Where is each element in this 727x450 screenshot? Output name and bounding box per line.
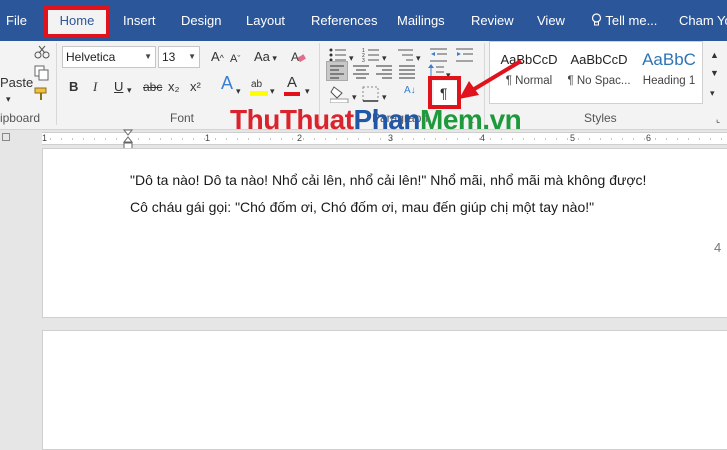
borders-icon[interactable] — [362, 86, 380, 102]
tab-design[interactable]: Design — [181, 8, 221, 34]
font-size-select[interactable]: 13 ▼ — [158, 46, 200, 68]
shading-dropdown-icon[interactable]: ▾ — [352, 89, 357, 105]
red-arrow-annotation — [459, 59, 523, 99]
font-group-label: Font — [170, 111, 195, 125]
chevron-up-icon[interactable]: ▲ — [710, 47, 719, 63]
styles-group-label: Styles — [584, 111, 617, 125]
text-effects-dropdown-icon[interactable]: ▾ — [236, 83, 241, 99]
align-left-icon — [330, 65, 344, 79]
style-name: Heading 1 — [642, 75, 696, 87]
ruler-ticks — [50, 138, 722, 140]
strikethrough-button[interactable]: abc — [143, 79, 162, 95]
page-number: 4 — [714, 240, 722, 255]
font-family-select[interactable]: Helvetica ▼ — [62, 46, 156, 68]
highlight-dropdown-icon[interactable]: ▾ — [270, 83, 275, 99]
user-name[interactable]: Cham Yo — [679, 8, 727, 34]
document-page-next[interactable] — [42, 330, 727, 450]
style-preview: AaBbC — [642, 50, 696, 69]
chevron-down-icon: ▼ — [144, 52, 152, 61]
font-color-swatch — [284, 92, 300, 96]
underline-dropdown-icon[interactable]: ▾ — [127, 82, 132, 98]
paste-label: Paste — [0, 75, 34, 90]
cut-icon[interactable] — [34, 45, 50, 59]
document-page[interactable]: "Dô ta nào! Dô ta nào! Nhổ cải lên, nhổ … — [42, 148, 727, 318]
home-highlight-box — [44, 6, 110, 38]
bold-button[interactable]: B — [69, 79, 78, 95]
font-family-value: Helvetica — [66, 50, 116, 64]
chevron-down-icon: ▼ — [188, 52, 196, 61]
horizontal-ruler[interactable]: 1 1 2 3 4 5 6 — [42, 132, 727, 145]
multilevel-dropdown-icon[interactable]: ▾ — [416, 50, 421, 66]
tell-me-label: Tell me... — [605, 13, 658, 28]
numbering-icon[interactable]: 123 — [362, 47, 380, 63]
style-preview: AaBbCcD — [570, 52, 628, 67]
more-styles-icon[interactable]: ▾ — [710, 85, 715, 101]
italic-button[interactable]: I — [93, 79, 97, 95]
text-effects-button[interactable]: A — [221, 74, 233, 92]
group-separator — [56, 43, 57, 125]
font-color-button[interactable]: A — [284, 75, 302, 97]
styles-scroll[interactable]: ▲ ▼ ▾ — [704, 41, 724, 104]
svg-text:A: A — [291, 50, 299, 64]
tab-insert[interactable]: Insert — [123, 8, 156, 34]
lightbulb-icon — [591, 13, 602, 26]
align-right-icon[interactable] — [375, 62, 393, 80]
ribbon-tab-bar: File Home Insert Design Layout Reference… — [0, 0, 727, 41]
tab-review[interactable]: Review — [471, 8, 514, 34]
document-paragraph-2[interactable]: Cô cháu gái gọi: "Chó đốm ơi, Chó đốm ơi… — [130, 199, 594, 215]
change-case-label: Aa — [254, 49, 270, 64]
paste-dropdown-icon[interactable]: ▾ — [6, 91, 11, 107]
superscript-button[interactable]: x² — [190, 79, 201, 95]
font-color-label: A — [287, 74, 298, 91]
chevron-down-icon[interactable]: ▼ — [710, 65, 719, 81]
multilevel-list-icon[interactable] — [396, 47, 414, 63]
justify-icon[interactable] — [398, 62, 416, 80]
style-no-spacing[interactable]: AaBbCcD ¶ No Spac... — [564, 48, 634, 98]
align-center-icon[interactable] — [352, 62, 370, 80]
borders-dropdown-icon[interactable]: ▾ — [382, 89, 387, 105]
style-name: ¶ No Spac... — [567, 75, 631, 87]
document-paragraph-1[interactable]: "Dô ta nào! Dô ta nào! Nhổ cải lên, nhổ … — [130, 172, 646, 188]
grow-font-button[interactable]: A^ — [211, 49, 224, 66]
style-heading-1[interactable]: AaBbC Heading 1 — [634, 48, 704, 98]
copy-icon[interactable] — [34, 65, 50, 81]
shrink-font-button[interactable]: Aˇ — [230, 51, 240, 67]
tab-selector[interactable] — [2, 133, 10, 141]
subscript-button[interactable]: x₂ — [168, 79, 180, 95]
tab-references[interactable]: References — [311, 8, 377, 34]
clear-formatting-icon[interactable]: A — [290, 49, 306, 64]
svg-text:ab: ab — [251, 79, 263, 90]
decrease-indent-icon[interactable] — [430, 47, 448, 63]
tell-me-box[interactable]: Tell me... — [591, 8, 657, 34]
shading-icon[interactable] — [330, 85, 350, 103]
sort-button[interactable]: A↓ — [404, 83, 416, 99]
clipboard-group-label: Clipboard — [0, 111, 40, 125]
tab-mailings[interactable]: Mailings — [397, 8, 445, 34]
paste-button[interactable]: Paste — [0, 75, 33, 91]
highlighter-icon[interactable]: ab — [250, 75, 268, 97]
tab-layout[interactable]: Layout — [246, 8, 285, 34]
font-size-value: 13 — [162, 50, 176, 64]
tab-view[interactable]: View — [537, 8, 565, 34]
tab-file[interactable]: File — [6, 8, 27, 34]
format-painter-icon[interactable] — [34, 87, 50, 101]
underline-button[interactable]: U — [114, 79, 123, 95]
styles-dialog-launcher-icon[interactable]: ⌞ — [716, 111, 720, 127]
change-case-button[interactable]: Aa ▾ — [254, 49, 277, 66]
align-left-button[interactable] — [326, 61, 348, 81]
font-color-dropdown-icon[interactable]: ▾ — [305, 83, 310, 99]
